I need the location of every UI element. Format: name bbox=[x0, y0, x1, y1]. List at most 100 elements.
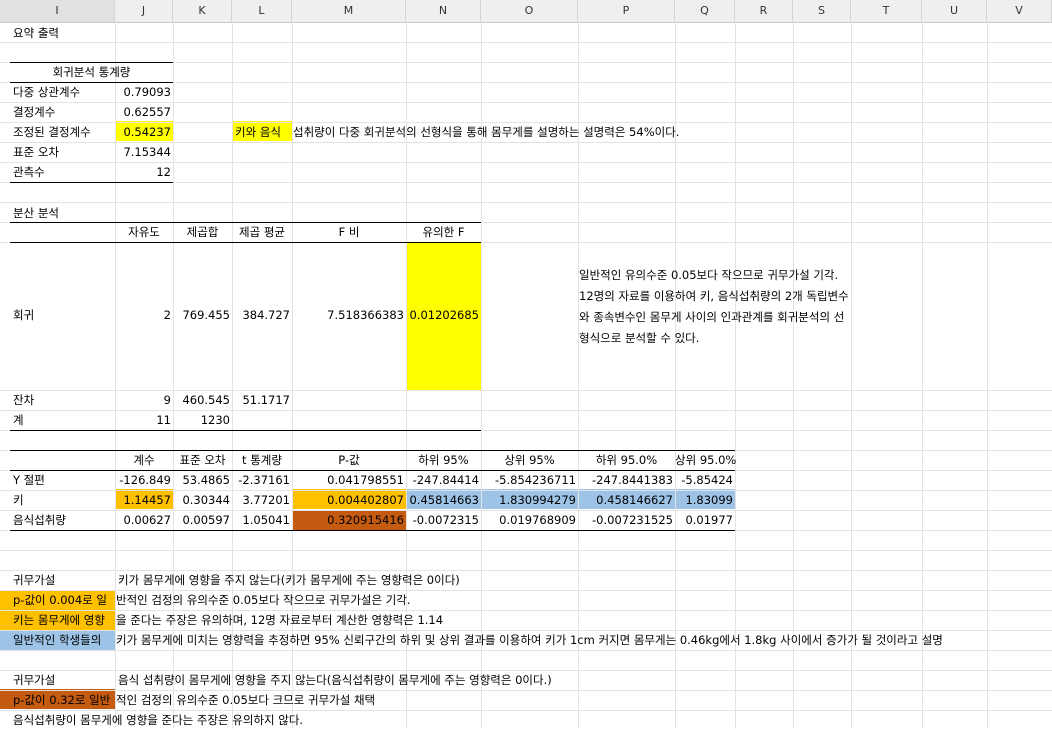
coef-header: 표준 오차 bbox=[179, 453, 226, 467]
anova-header: 자유도 bbox=[128, 225, 160, 239]
coef-bottom-border bbox=[10, 530, 735, 531]
column-header-i[interactable]: I bbox=[0, 0, 115, 22]
regstats-value[interactable]: 0.79093 bbox=[115, 83, 171, 102]
coef-cell[interactable]: 0.019768909 bbox=[481, 511, 576, 530]
anova-header: 제곱합 bbox=[186, 225, 219, 239]
coef-cell[interactable]: -0.007231525 bbox=[578, 511, 673, 530]
note2-line1-hl: p-값이 0.32로 일반 bbox=[13, 693, 111, 707]
coef-cell[interactable]: -5.854236711 bbox=[481, 471, 576, 490]
anova-cell[interactable]: 51.1717 bbox=[232, 391, 290, 410]
anova-cell[interactable]: 384.727 bbox=[232, 306, 290, 325]
coef-cell[interactable]: 0.01977 bbox=[675, 511, 733, 530]
coef-cell[interactable]: 0.00627 bbox=[115, 511, 171, 530]
coef-cell[interactable]: 0.30344 bbox=[173, 491, 230, 510]
column-header-n[interactable]: N bbox=[406, 0, 481, 22]
anova-cell[interactable]: 7.518366383 bbox=[292, 306, 404, 325]
regstats-title: 회귀분석 통계량 bbox=[52, 65, 131, 79]
anova-header: 제곱 평균 bbox=[239, 225, 285, 239]
coef-row-label: Y 절편 bbox=[13, 473, 45, 487]
column-header-j[interactable]: J bbox=[115, 0, 173, 22]
coef-row-label: 키 bbox=[13, 493, 24, 507]
note1-h0-label: 귀무가설 bbox=[13, 573, 56, 587]
anova-header: F 비 bbox=[338, 225, 360, 239]
anova-row-label: 잔차 bbox=[13, 393, 35, 407]
anova-cell[interactable]: 9 bbox=[115, 391, 171, 410]
coef-cell[interactable]: 0.004402807 bbox=[292, 491, 404, 510]
adj-note-highlight-text: 키와 음식 bbox=[235, 125, 281, 139]
anova-cell[interactable]: 0.01202685 bbox=[406, 306, 479, 325]
regstats-label: 관측수 bbox=[13, 165, 45, 179]
coef-cell[interactable]: 1.05041 bbox=[232, 511, 290, 530]
regstats-value[interactable]: 0.62557 bbox=[115, 103, 171, 122]
regstats-label: 조정된 결정계수 bbox=[13, 125, 91, 139]
column-header-q[interactable]: Q bbox=[675, 0, 735, 22]
column-header-v[interactable]: V bbox=[987, 0, 1052, 22]
column-header-m[interactable]: M bbox=[292, 0, 406, 22]
anova-header: 유의한 F bbox=[422, 225, 465, 239]
column-header-u[interactable]: U bbox=[922, 0, 987, 22]
column-header-k[interactable]: K bbox=[173, 0, 232, 22]
coef-cell[interactable]: -247.8441383 bbox=[578, 471, 673, 490]
column-header-o[interactable]: O bbox=[481, 0, 578, 22]
anova-title: 분산 분석 bbox=[13, 206, 59, 220]
coef-cell[interactable]: 0.320915416 bbox=[292, 511, 404, 530]
anova-bottom-border bbox=[10, 430, 481, 431]
regstats-value[interactable]: 7.15344 bbox=[115, 143, 171, 162]
coef-cell[interactable]: 53.4865 bbox=[173, 471, 230, 490]
coef-cell[interactable]: 1.830994279 bbox=[481, 491, 576, 510]
coef-cell[interactable]: 1.83099 bbox=[675, 491, 733, 510]
anova-cell[interactable]: 1230 bbox=[173, 411, 230, 430]
anova-cell[interactable]: 11 bbox=[115, 411, 171, 430]
coef-cell[interactable]: -2.37161 bbox=[232, 471, 290, 490]
adj-note-text: 섭취량이 다중 회귀분석의 선형식을 통해 몸무게를 설명하는 설명력은 54%… bbox=[293, 125, 680, 139]
note1-line1-text: 반적인 검정의 유의수준 0.05보다 작으므로 귀무가설은 기각. bbox=[116, 593, 411, 607]
coef-cell[interactable]: 3.77201 bbox=[232, 491, 290, 510]
note2-h0-text: 음식 섭취량이 몸무게에 영향을 주지 않는다(음식섭취량이 몸무게에 주는 영… bbox=[118, 673, 552, 687]
note1-line2-text: 을 준다는 주장은 유의하며, 12명 자료로부터 계산한 영향력은 1.14 bbox=[116, 613, 444, 627]
coef-cell[interactable]: 0.45814663 bbox=[406, 491, 479, 510]
note2-line1-text: 적인 검정의 유의수준 0.05보다 크므로 귀무가설 채택 bbox=[116, 693, 376, 707]
coef-header: 계수 bbox=[133, 453, 155, 467]
column-header-r[interactable]: R bbox=[735, 0, 793, 22]
note1-line3-hl: 일반적인 학생들의 bbox=[13, 633, 102, 647]
anova-cell[interactable]: 769.455 bbox=[173, 306, 230, 325]
note1-line2-hl: 키는 몸무게에 영향 bbox=[13, 613, 105, 627]
anova-header-border bbox=[10, 242, 481, 243]
coef-header: 상위 95.0% bbox=[675, 453, 737, 467]
coef-cell[interactable]: 0.00597 bbox=[173, 511, 230, 530]
coef-cell[interactable]: 0.041798551 bbox=[292, 471, 404, 490]
regstats-bottom-border bbox=[10, 182, 173, 183]
regstats-value[interactable]: 12 bbox=[115, 163, 171, 182]
anova-cell[interactable]: 460.545 bbox=[173, 391, 230, 410]
anova-cell[interactable]: 2 bbox=[115, 306, 171, 325]
regstats-value[interactable]: 0.54237 bbox=[115, 123, 171, 142]
note2-h0-label: 귀무가설 bbox=[13, 673, 56, 687]
summary-title: 요약 출력 bbox=[13, 26, 59, 40]
note1-line1-hl: p-값이 0.004로 일 bbox=[13, 593, 108, 607]
coef-header: t 통계량 bbox=[242, 453, 282, 467]
coef-cell[interactable]: -0.0072315 bbox=[406, 511, 479, 530]
column-header-s[interactable]: S bbox=[793, 0, 851, 22]
coef-cell[interactable]: -126.849 bbox=[115, 471, 171, 490]
coef-cell[interactable]: 1.14457 bbox=[115, 491, 171, 510]
regstats-label: 표준 오차 bbox=[13, 145, 59, 159]
column-header-bar: I J K L M N O P Q R S T U V bbox=[0, 0, 1052, 23]
coef-header: 상위 95% bbox=[504, 453, 555, 467]
coef-cell[interactable]: 0.458146627 bbox=[578, 491, 673, 510]
anova-note: 일반적인 유의수준 0.05보다 작으므로 귀무가설 기각. 12명의 자료를 … bbox=[579, 268, 849, 345]
regstats-label: 결정계수 bbox=[13, 105, 56, 119]
regstats-label: 다중 상관계수 bbox=[13, 85, 81, 99]
column-header-l[interactable]: L bbox=[232, 0, 292, 22]
coef-header: 하위 95.0% bbox=[595, 453, 658, 467]
sheet-grid[interactable]: 요약 출력 회귀분석 통계량 다중 상관계수 0.79093 결정계수 0.62… bbox=[0, 22, 1052, 729]
column-header-t[interactable]: T bbox=[851, 0, 922, 22]
coef-header: P-값 bbox=[338, 453, 360, 467]
note2-line2: 음식섭취량이 몸무게에 영향을 준다는 주장은 유의하지 않다. bbox=[13, 713, 304, 727]
coef-cell[interactable]: -247.84414 bbox=[406, 471, 479, 490]
coef-header: 하위 95% bbox=[418, 453, 469, 467]
note1-h0-text: 키가 몸무게에 영향을 주지 않는다(키가 몸무게에 주는 영향력은 0이다) bbox=[118, 573, 460, 587]
column-header-p[interactable]: P bbox=[578, 0, 675, 22]
coef-cell[interactable]: -5.85424 bbox=[675, 471, 733, 490]
anova-row-label: 회귀 bbox=[13, 308, 35, 322]
coef-row-label: 음식섭취량 bbox=[13, 513, 66, 527]
